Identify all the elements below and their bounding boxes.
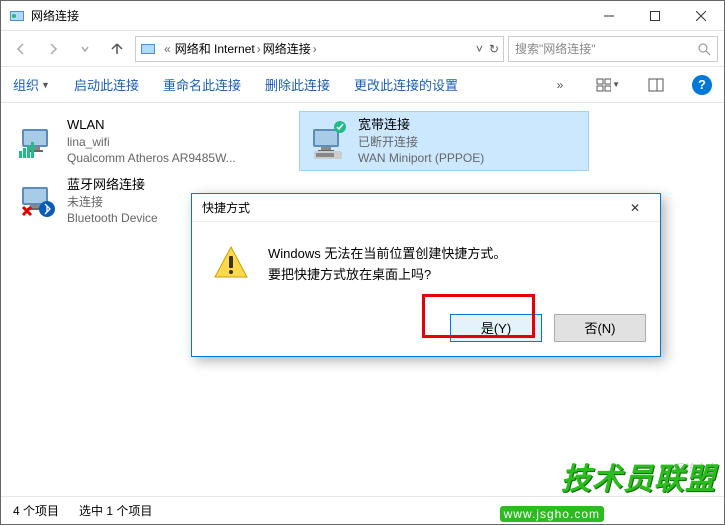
up-button[interactable] <box>103 35 131 63</box>
connection-status: 已断开连接 <box>358 134 484 150</box>
dialog-titlebar: 快捷方式 ✕ <box>192 194 660 222</box>
warning-icon <box>212 244 250 282</box>
close-button[interactable] <box>678 1 724 31</box>
search-placeholder: 搜索"网络连接" <box>515 40 697 57</box>
dialog-message: Windows 无法在当前位置创建快捷方式。 要把快捷方式放在桌面上吗? <box>268 244 506 286</box>
search-icon <box>697 42 711 56</box>
command-bar: 组织▼ 启动此连接 重命名此连接 删除此连接 更改此连接的设置 » ▼ ? <box>1 67 724 103</box>
organize-menu[interactable]: 组织▼ <box>13 75 50 94</box>
dialog-close-button[interactable]: ✕ <box>620 201 650 215</box>
refresh-button[interactable]: ↻ <box>489 42 499 56</box>
help-button[interactable]: ? <box>692 75 712 95</box>
window-title: 网络连接 <box>31 7 586 24</box>
recent-dropdown[interactable] <box>71 35 99 63</box>
search-input[interactable]: 搜索"网络连接" <box>508 36 718 62</box>
connection-status: 未连接 <box>67 194 158 210</box>
no-button[interactable]: 否(N) <box>554 314 646 342</box>
address-bar[interactable]: « 网络和 Internet › 网络连接 › ˅ ↻ <box>135 36 504 62</box>
connection-name: 蓝牙网络连接 <box>67 176 158 194</box>
rename-connection-button[interactable]: 重命名此连接 <box>163 75 241 94</box>
preview-pane-button[interactable] <box>644 73 668 97</box>
breadcrumb-2[interactable]: 网络连接 <box>263 40 311 57</box>
bluetooth-icon <box>17 181 57 221</box>
connection-device: Bluetooth Device <box>67 210 158 226</box>
location-icon <box>140 41 156 57</box>
dialog-line1: Windows 无法在当前位置创建快捷方式。 <box>268 244 506 265</box>
title-bar: 网络连接 <box>1 1 724 31</box>
chevron-right-icon: › <box>313 42 317 56</box>
status-bar: 4 个项目 选中 1 个项目 <box>1 496 724 524</box>
connection-name: 宽带连接 <box>358 116 484 134</box>
dialog-line2: 要把快捷方式放在桌面上吗? <box>268 265 506 286</box>
chevron-right-icon: › <box>257 42 261 56</box>
selected-count: 选中 1 个项目 <box>79 502 152 519</box>
minimize-button[interactable] <box>586 1 632 31</box>
item-count: 4 个项目 <box>13 502 59 519</box>
start-connection-button[interactable]: 启动此连接 <box>74 75 139 94</box>
breadcrumb-prefix: « <box>164 42 171 56</box>
watermark-url: www.jsgho.com <box>500 506 604 522</box>
wlan-icon <box>17 121 57 161</box>
connection-status: lina_wifi <box>67 134 236 150</box>
watermark-main: 技术员联盟 <box>561 454 716 498</box>
shortcut-dialog: 快捷方式 ✕ Windows 无法在当前位置创建快捷方式。 要把快捷方式放在桌面… <box>191 193 661 357</box>
view-dropdown[interactable]: ▼ <box>596 73 620 97</box>
connection-device: Qualcomm Atheros AR9485W... <box>67 150 236 166</box>
window-icon <box>9 8 25 24</box>
connection-device: WAN Miniport (PPPOE) <box>358 150 484 166</box>
broadband-icon <box>308 121 348 161</box>
delete-connection-button[interactable]: 删除此连接 <box>265 75 330 94</box>
address-dropdown[interactable]: ˅ <box>476 42 483 56</box>
connection-wlan[interactable]: WLAN lina_wifi Qualcomm Atheros AR9485W.… <box>9 111 299 171</box>
more-button[interactable]: » <box>548 73 572 97</box>
back-button[interactable] <box>7 35 35 63</box>
yes-button[interactable]: 是(Y) <box>450 314 542 342</box>
window-buttons <box>586 1 724 30</box>
nav-row: « 网络和 Internet › 网络连接 › ˅ ↻ 搜索"网络连接" <box>1 31 724 67</box>
forward-button[interactable] <box>39 35 67 63</box>
breadcrumb-1[interactable]: 网络和 Internet <box>175 40 255 57</box>
dialog-title: 快捷方式 <box>202 199 250 216</box>
connection-broadband[interactable]: 宽带连接 已断开连接 WAN Miniport (PPPOE) <box>299 111 589 171</box>
maximize-button[interactable] <box>632 1 678 31</box>
connection-name: WLAN <box>67 116 236 134</box>
change-settings-button[interactable]: 更改此连接的设置 <box>354 75 458 94</box>
